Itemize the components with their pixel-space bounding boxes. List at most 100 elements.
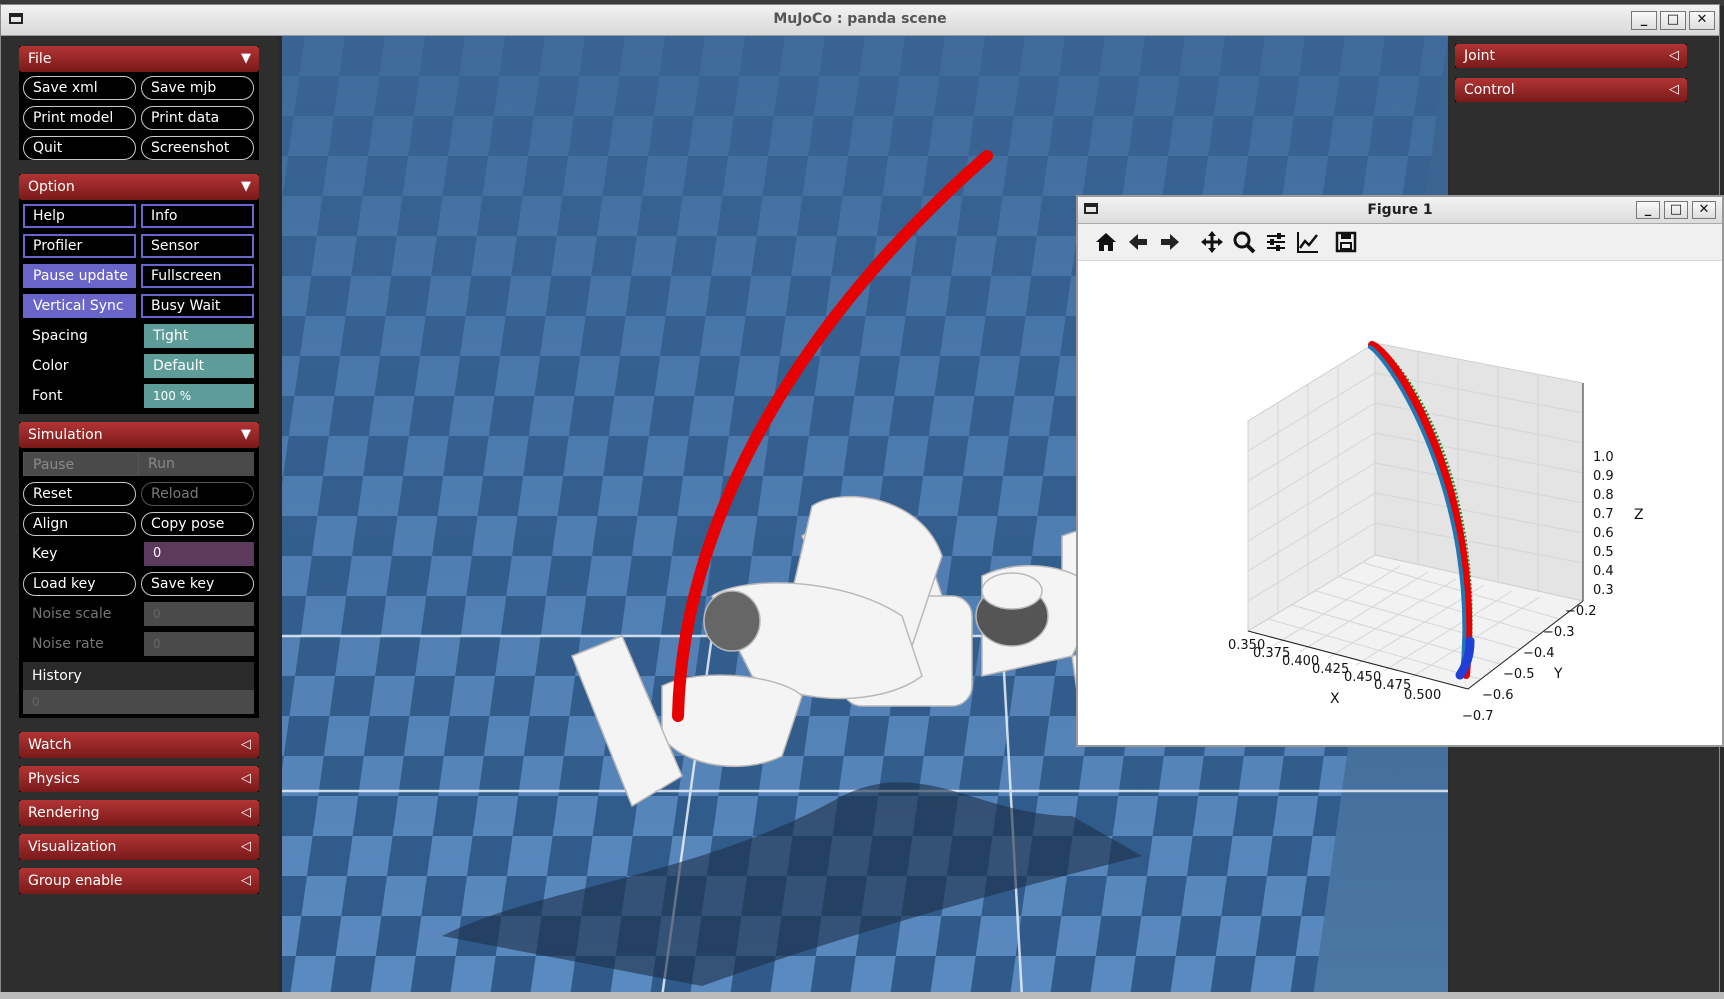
- option-section: Option ▼ Help Info Profiler Sensor Pause…: [19, 174, 259, 414]
- info-checkbox[interactable]: Info: [141, 204, 254, 228]
- window-titlebar[interactable]: MuJoCo : panda scene _ □ ✕: [1, 5, 1719, 36]
- watch-section-header[interactable]: Watch ◁: [19, 732, 259, 758]
- simulation-section: Simulation ▼ Pause Run Reset Reload Alig…: [19, 422, 259, 718]
- control-section-title: Control: [1464, 82, 1515, 98]
- simulation-section-title: Simulation: [28, 427, 103, 443]
- align-button[interactable]: Align: [23, 512, 136, 536]
- home-icon[interactable]: [1092, 228, 1120, 256]
- figure-window: Figure 1 _ □ ✕ 0.350 0.375 0.400 0.425 0…: [1076, 195, 1724, 747]
- reload-button[interactable]: Reload: [141, 482, 254, 506]
- expand-left-icon: ◁: [1669, 82, 1679, 97]
- physics-section-header[interactable]: Physics ◁: [19, 766, 259, 792]
- figure-maximize-button[interactable]: □: [1664, 201, 1688, 219]
- z-tick-labels: 1.0 0.9 0.8 0.7 0.6 0.5 0.4 0.3 Z: [1593, 450, 1644, 598]
- x-axis-label: X: [1330, 691, 1340, 707]
- reset-button[interactable]: Reset: [23, 482, 136, 506]
- print-model-button[interactable]: Print model: [23, 106, 136, 130]
- plot-3d-axes[interactable]: 0.350 0.375 0.400 0.425 0.450 0.475 0.50…: [1078, 261, 1722, 745]
- expand-left-icon: ◁: [241, 839, 251, 854]
- noise-rate-field[interactable]: 0: [144, 632, 254, 656]
- key-label: Key: [32, 546, 58, 562]
- figure-close-button[interactable]: ✕: [1692, 201, 1716, 219]
- load-key-button[interactable]: Load key: [23, 572, 136, 596]
- y-tick-0: −0.2: [1565, 604, 1597, 619]
- physics-section-title: Physics: [28, 771, 80, 787]
- y-tick-2: −0.4: [1523, 646, 1555, 661]
- save-icon[interactable]: [1332, 228, 1360, 256]
- key-slider[interactable]: 0: [144, 542, 254, 566]
- z-tick-7: 0.3: [1593, 583, 1614, 598]
- save-xml-button[interactable]: Save xml: [23, 76, 136, 100]
- close-button[interactable]: ✕: [1689, 11, 1715, 30]
- noise-scale-label: Noise scale: [32, 606, 112, 622]
- quit-button[interactable]: Quit: [23, 136, 136, 160]
- figure-titlebar[interactable]: Figure 1 _ □ ✕: [1078, 197, 1722, 224]
- font-select[interactable]: 100 %: [144, 384, 254, 408]
- print-data-button[interactable]: Print data: [141, 106, 254, 130]
- group-enable-section: Group enable ◁: [19, 868, 259, 894]
- spacing-label: Spacing: [32, 328, 88, 344]
- file-section-header[interactable]: File ▼: [19, 46, 259, 72]
- color-select[interactable]: Default: [144, 354, 254, 378]
- physics-section: Physics ◁: [19, 766, 259, 792]
- group-enable-section-header[interactable]: Group enable ◁: [19, 868, 259, 894]
- history-header: History: [23, 662, 254, 690]
- forward-arrow-icon[interactable]: [1156, 228, 1184, 256]
- noise-rate-label: Noise rate: [32, 636, 104, 652]
- vertical-sync-checkbox[interactable]: Vertical Sync: [23, 294, 136, 318]
- pan-icon[interactable]: [1198, 228, 1226, 256]
- expand-left-icon: ◁: [241, 737, 251, 752]
- control-section-header[interactable]: Control ◁: [1455, 78, 1687, 102]
- busy-wait-checkbox[interactable]: Busy Wait: [141, 294, 254, 318]
- spacing-select[interactable]: Tight: [144, 324, 254, 348]
- z-axis-label: Z: [1634, 507, 1644, 523]
- expand-left-icon: ◁: [241, 805, 251, 820]
- history-slider[interactable]: 0: [23, 690, 254, 714]
- bottom-border: [0, 992, 1724, 999]
- history-label: History: [32, 668, 82, 684]
- x-tick-6: 0.500: [1404, 688, 1441, 703]
- copy-pose-button[interactable]: Copy pose: [141, 512, 254, 536]
- option-section-title: Option: [28, 179, 75, 195]
- edit-axis-icon[interactable]: [1294, 228, 1322, 256]
- maximize-button[interactable]: □: [1660, 11, 1686, 30]
- configure-icon[interactable]: [1262, 228, 1290, 256]
- pause-update-checkbox[interactable]: Pause update: [23, 264, 136, 288]
- expand-left-icon: ◁: [241, 771, 251, 786]
- figure-title: Figure 1: [1367, 202, 1433, 218]
- visualization-section-header[interactable]: Visualization ◁: [19, 834, 259, 860]
- rendering-section-header[interactable]: Rendering ◁: [19, 800, 259, 826]
- figure-toolbar: [1078, 224, 1722, 261]
- z-tick-4: 0.6: [1593, 526, 1614, 541]
- option-section-header[interactable]: Option ▼: [19, 174, 259, 200]
- save-key-button[interactable]: Save key: [141, 572, 254, 596]
- figure-minimize-button[interactable]: _: [1636, 201, 1660, 219]
- run-radio[interactable]: Run: [139, 452, 254, 476]
- help-checkbox[interactable]: Help: [23, 204, 136, 228]
- pause-radio[interactable]: Pause: [23, 452, 139, 476]
- watch-section: Watch ◁: [19, 732, 259, 758]
- z-tick-2: 0.8: [1593, 488, 1614, 503]
- color-label: Color: [32, 358, 69, 374]
- zoom-icon[interactable]: [1230, 228, 1258, 256]
- save-mjb-button[interactable]: Save mjb: [141, 76, 254, 100]
- z-tick-5: 0.5: [1593, 545, 1614, 560]
- profiler-checkbox[interactable]: Profiler: [23, 234, 136, 258]
- minimize-button[interactable]: _: [1631, 11, 1657, 30]
- visualization-section: Visualization ◁: [19, 834, 259, 860]
- joint-section-header[interactable]: Joint ◁: [1455, 44, 1687, 68]
- sensor-checkbox[interactable]: Sensor: [141, 234, 254, 258]
- fullscreen-checkbox[interactable]: Fullscreen: [141, 264, 254, 288]
- noise-scale-field[interactable]: 0: [144, 602, 254, 626]
- simulation-section-header[interactable]: Simulation ▼: [19, 422, 259, 448]
- collapse-down-icon: ▼: [241, 179, 251, 194]
- screenshot-button[interactable]: Screenshot: [141, 136, 254, 160]
- y-axis-label: Y: [1553, 666, 1563, 682]
- z-tick-0: 1.0: [1593, 450, 1614, 465]
- z-tick-3: 0.7: [1593, 507, 1614, 522]
- control-section: Control ◁: [1455, 78, 1687, 102]
- z-tick-6: 0.4: [1593, 564, 1614, 579]
- back-arrow-icon[interactable]: [1124, 228, 1152, 256]
- collapse-down-icon: ▼: [241, 427, 251, 442]
- font-label: Font: [32, 388, 63, 404]
